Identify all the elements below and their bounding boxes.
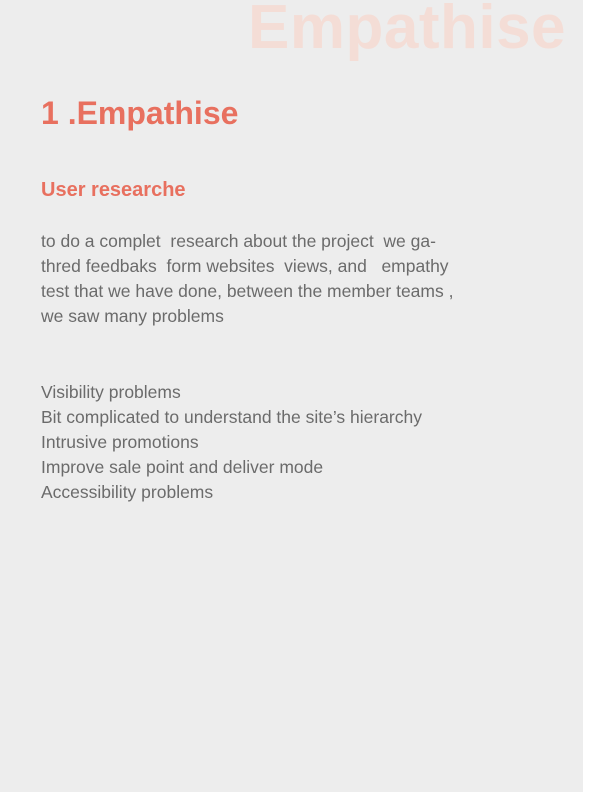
intro-line: we saw many problems — [41, 306, 224, 326]
subsection-title: User researche — [41, 179, 186, 201]
page: Empathise 1 .Empathise User researche to… — [0, 0, 612, 792]
problem-item: Accessibility problems — [41, 482, 214, 502]
problem-item: Improve sale point and deliver mode — [41, 457, 324, 477]
problem-item: Visibility problems — [41, 382, 181, 402]
intro-line: test that we have done, between the memb… — [41, 281, 454, 301]
intro-paragraph: to do a complet research about the proje… — [41, 229, 521, 329]
intro-line: to do a complet research about the proje… — [41, 231, 436, 251]
intro-line: thred feedbaks form websites views, and … — [41, 256, 449, 276]
problem-list: Visibility problems Bit complicated to u… — [41, 380, 422, 505]
watermark-title: Empathise — [248, 0, 567, 62]
problem-item: Intrusive promotions — [41, 432, 199, 452]
problem-item: Bit complicated to understand the site’s… — [41, 407, 422, 427]
content-panel: Empathise 1 .Empathise User researche to… — [0, 0, 583, 792]
section-title: 1 .Empathise — [41, 95, 239, 131]
